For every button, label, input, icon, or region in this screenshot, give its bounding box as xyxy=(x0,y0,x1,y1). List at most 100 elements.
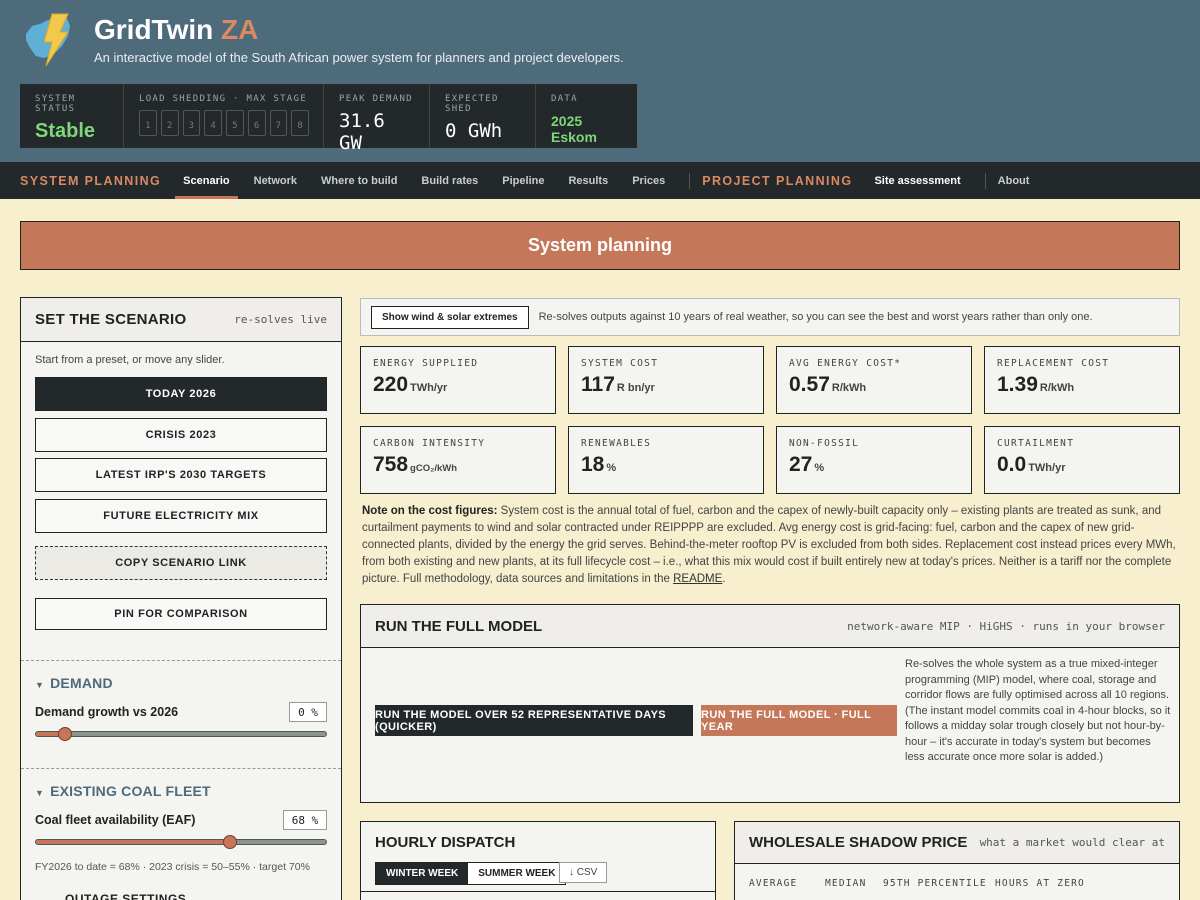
coal-availability-value[interactable]: 68 % xyxy=(283,810,327,830)
season-toggle: WINTER WEEK SUMMER WEEK xyxy=(375,862,567,885)
metric-label: RENEWABLES xyxy=(581,438,652,449)
metric-label: ENERGY SUPPLIED xyxy=(373,358,479,369)
expected-shed-value: 0 GWh xyxy=(445,120,503,142)
copy-scenario-link-button[interactable]: COPY SCENARIO LINK xyxy=(35,546,327,580)
metric-number: 220 xyxy=(373,373,409,396)
tab-scenario[interactable]: Scenario xyxy=(175,162,239,199)
metric-value: 1.39 R/kWh xyxy=(997,373,1167,397)
demand-section-toggle[interactable]: ▼ DEMAND xyxy=(35,675,113,691)
wholesale-hint: what a market would clear at xyxy=(979,836,1165,849)
coal-availability-slider[interactable] xyxy=(35,835,327,849)
tab-build-rates[interactable]: Build rates xyxy=(421,162,478,199)
metric-card-renewables: RENEWABLES 18% xyxy=(568,426,764,494)
metric-value: 0.0 TWh/yr xyxy=(997,453,1167,477)
page-title-banner: System planning xyxy=(20,221,1180,270)
wholesale-stats: AVERAGE MEDIAN 95TH PERCENTILE HOURS AT … xyxy=(749,878,1085,889)
metric-unit: % xyxy=(606,462,617,474)
system-status-value: Stable xyxy=(35,120,96,142)
status-bar: SYSTEM STATUS Stable LOAD SHEDDING · MAX… xyxy=(20,84,637,154)
metric-card-curtailment: CURTAILMENT 0.0 TWh/yr xyxy=(984,426,1180,494)
outage-settings-toggle[interactable]: OUTAGE SETTINGS xyxy=(65,892,186,900)
extremes-bar: Show wind & solar extremes Re-solves out… xyxy=(360,298,1180,336)
demand-growth-slider[interactable] xyxy=(35,727,327,741)
south-africa-lightning-logo-icon xyxy=(26,13,70,67)
metric-number: 27 xyxy=(789,453,813,476)
dispatch-divider xyxy=(361,891,715,892)
peak-demand-value: 31.6 GW xyxy=(339,110,385,154)
expected-shed: EXPECTED SHED 0 GWh xyxy=(430,84,536,148)
metric-card-avg-energy-cost: AVG ENERGY COST* 0.57 R/kWh xyxy=(776,346,972,414)
run-model-title: RUN THE FULL MODEL xyxy=(375,617,543,635)
pin-for-comparison-button[interactable]: PIN FOR COMPARISON xyxy=(35,598,327,630)
metric-number: 117 xyxy=(581,373,615,396)
app-title: GridTwin ZA xyxy=(94,14,258,46)
run-model-header: RUN THE FULL MODEL network-aware MIP · H… xyxy=(361,605,1179,648)
metric-value: 117 R bn/yr xyxy=(581,373,751,397)
winter-week-tab[interactable]: WINTER WEEK xyxy=(376,863,469,884)
load-shedding-stage-2: 2 xyxy=(160,110,179,136)
summer-week-tab[interactable]: SUMMER WEEK xyxy=(468,863,566,884)
note-body: System cost is the annual total of fuel,… xyxy=(362,505,1176,585)
tab-network[interactable]: Network xyxy=(254,162,297,199)
preset-irp-2030-button[interactable]: LATEST IRP'S 2030 TARGETS xyxy=(35,458,327,492)
scenario-panel-hint: re-solves live xyxy=(234,313,327,326)
metric-card-replacement-cost: REPLACEMENT COST 1.39 R/kWh xyxy=(984,346,1180,414)
tab-pipeline[interactable]: Pipeline xyxy=(502,162,544,199)
preset-today-2026-button[interactable]: TODAY 2026 xyxy=(35,377,327,411)
expected-shed-label: EXPECTED SHED xyxy=(445,94,499,114)
extremes-description: Re-solves outputs against 10 years of re… xyxy=(538,311,1093,323)
hourly-dispatch-panel: HOURLY DISPATCH WINTER WEEK SUMMER WEEK … xyxy=(360,821,716,900)
data-source-value: 2025 Eskom xyxy=(551,113,597,145)
metric-unit: R bn/yr xyxy=(616,382,655,394)
readme-link[interactable]: README xyxy=(673,573,722,585)
show-extremes-button[interactable]: Show wind & solar extremes xyxy=(371,305,529,329)
wholesale-price-panel: WHOLESALE SHADOW PRICE what a market wou… xyxy=(734,821,1180,900)
demand-growth-thumb[interactable] xyxy=(58,727,72,741)
data-source-label: DATA xyxy=(551,94,578,104)
nav-section-project-planning[interactable]: PROJECT PLANNING xyxy=(702,174,852,188)
wholesale-title: WHOLESALE SHADOW PRICE xyxy=(749,834,968,851)
coal-section-toggle[interactable]: ▼ EXISTING COAL FLEET xyxy=(35,783,211,799)
tab-prices[interactable]: Prices xyxy=(632,162,665,199)
coal-availability-thumb[interactable] xyxy=(223,835,238,849)
run-model-hint: network-aware MIP · HiGHS · runs in your… xyxy=(847,619,1165,633)
scenario-intro: Start from a preset, or move any slider. xyxy=(35,354,225,366)
coal-section-label: EXISTING COAL FLEET xyxy=(50,783,211,799)
demand-growth-value[interactable]: 0 % xyxy=(289,702,327,722)
metric-label: CURTAILMENT xyxy=(997,438,1075,449)
nav-divider xyxy=(984,172,986,189)
tab-site-assessment[interactable]: Site assessment xyxy=(874,162,960,199)
metric-card-carbon-intensity: CARBON INTENSITY 758 gCO₂/kWh xyxy=(360,426,556,494)
data-source: DATA 2025 Eskom xyxy=(536,84,636,148)
load-shedding: LOAD SHEDDING · MAX STAGE 12345678 xyxy=(124,84,324,148)
run-quick-model-button[interactable]: RUN THE MODEL OVER 52 REPRESENTATIVE DAY… xyxy=(375,705,693,736)
coal-availability-fill xyxy=(36,840,231,844)
metric-unit: TWh/yr xyxy=(1028,462,1066,474)
download-csv-button[interactable]: ↓ CSV xyxy=(559,862,608,883)
app-subtitle: An interactive model of the South Africa… xyxy=(94,50,624,65)
system-status: SYSTEM STATUS Stable xyxy=(20,84,124,148)
metric-number: 0.57 xyxy=(789,373,830,396)
preset-future-mix-button[interactable]: FUTURE ELECTRICITY MIX xyxy=(35,499,327,533)
scenario-panel: SET THE SCENARIO re-solves live Start fr… xyxy=(20,297,342,900)
section-divider xyxy=(21,768,341,769)
nav-section-system-planning[interactable]: SYSTEM PLANNING xyxy=(20,174,161,188)
run-model-description: Re-solves the whole system as a true mix… xyxy=(905,658,1171,763)
cost-figures-note: Note on the cost figures: System cost is… xyxy=(362,503,1178,588)
metric-unit: gCO₂/kWh xyxy=(410,463,458,474)
metric-number: 758 xyxy=(373,453,409,476)
demand-section-label: DEMAND xyxy=(50,675,113,691)
metric-unit: % xyxy=(814,462,825,474)
tab-where-to-build[interactable]: Where to build xyxy=(321,162,397,199)
tab-results[interactable]: Results xyxy=(568,162,608,199)
app-title-accent: ZA xyxy=(221,14,259,45)
scenario-panel-header: SET THE SCENARIO re-solves live xyxy=(21,298,341,342)
metric-value: 758 gCO₂/kWh xyxy=(373,453,543,477)
load-shedding-stage-7: 7 xyxy=(269,110,288,136)
preset-crisis-2023-button[interactable]: CRISIS 2023 xyxy=(35,418,327,452)
stat-median-label: MEDIAN xyxy=(825,878,867,889)
run-full-model-button[interactable]: RUN THE FULL MODEL · FULL YEAR xyxy=(701,705,897,736)
tab-about[interactable]: About xyxy=(998,162,1030,199)
metric-number: 1.39 xyxy=(997,373,1038,396)
coal-availability-note: FY2026 to date = 68% · 2023 crisis = 50–… xyxy=(35,861,310,873)
